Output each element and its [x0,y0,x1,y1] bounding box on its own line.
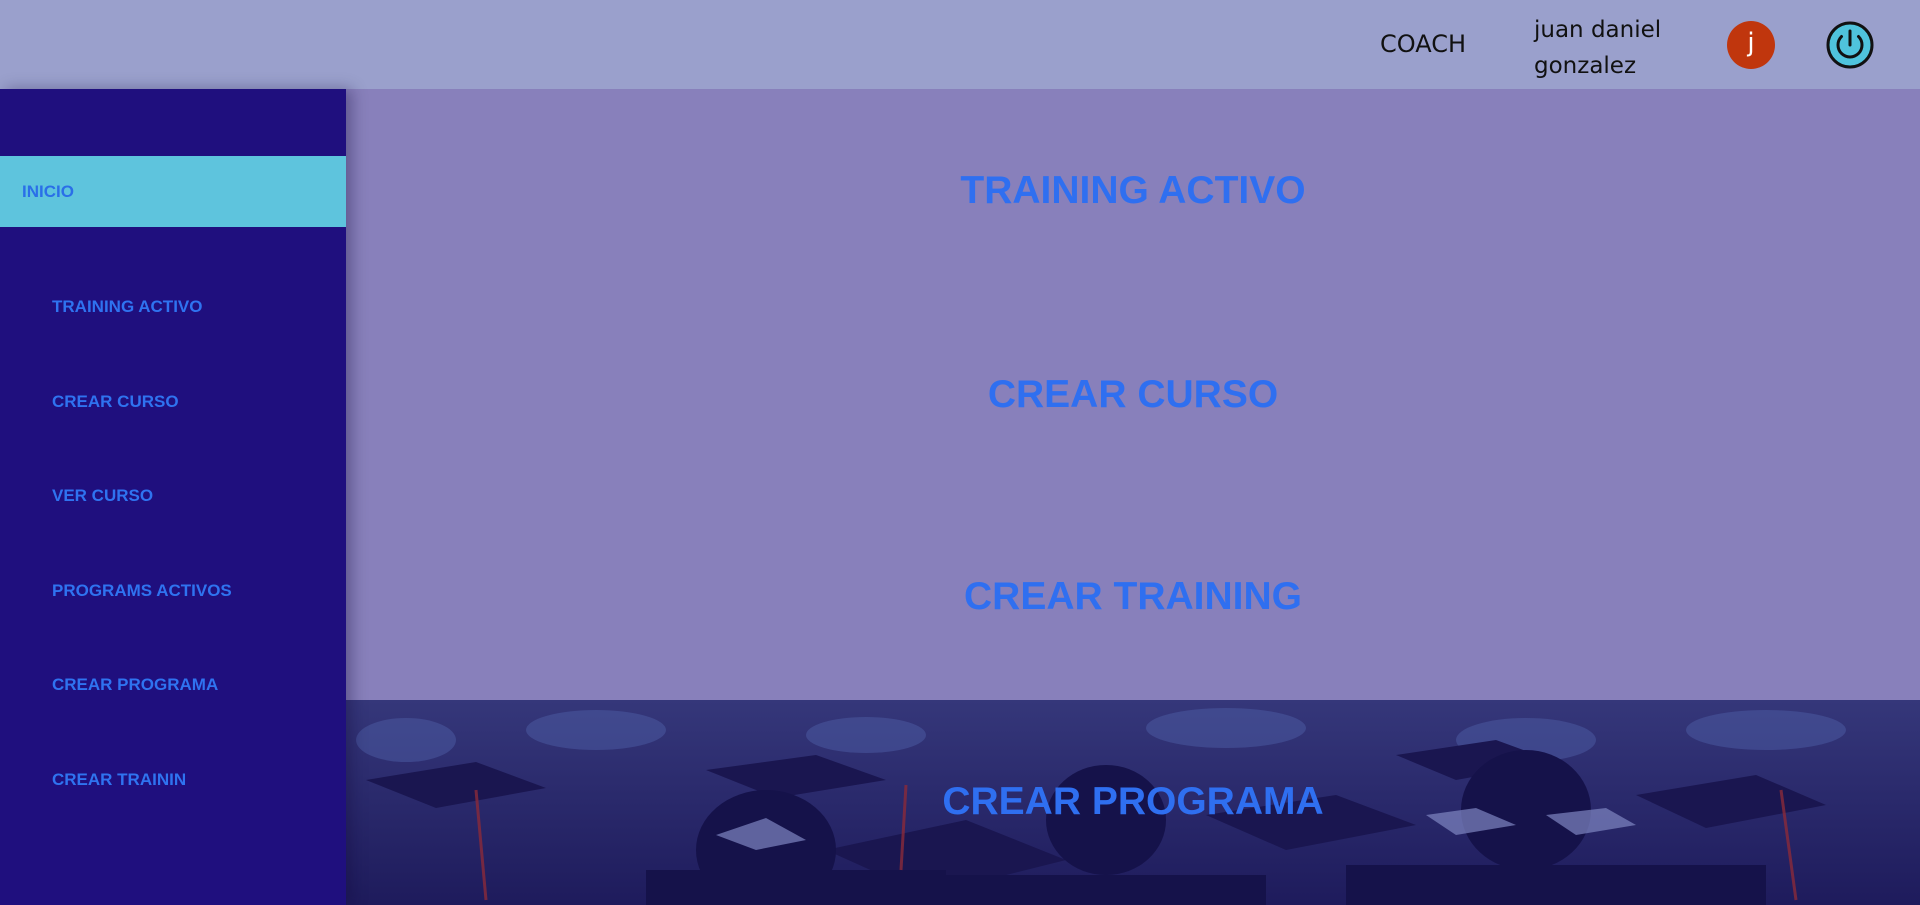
graduation-banner: CREAR PROGRAMA [346,700,1920,905]
sidebar-item-programs-activos[interactable]: PROGRAMS ACTIVOS [52,581,232,601]
avatar[interactable]: j [1727,21,1775,69]
sidebar-item-crear-curso[interactable]: CREAR CURSO [52,392,179,412]
card-crear-training[interactable]: CREAR TRAINING [346,575,1920,619]
sidebar-item-crear-programa[interactable]: CREAR PROGRAMA [52,675,218,695]
sidebar: INICIO TRAINING ACTIVO CREAR CURSO VER C… [0,89,346,905]
sidebar-item-training-activo[interactable]: TRAINING ACTIVO [52,297,202,317]
sidebar-item-inicio[interactable]: INICIO [0,156,346,227]
user-role: COACH [1380,30,1467,58]
card-crear-programa[interactable]: CREAR PROGRAMA [346,780,1920,824]
top-bar: COACH juan daniel gonzalez j [0,0,1920,89]
power-icon[interactable] [1825,20,1875,70]
card-crear-curso[interactable]: CREAR CURSO [346,373,1920,417]
sidebar-item-label: INICIO [22,182,74,201]
card-training-activo[interactable]: TRAINING ACTIVO [346,169,1920,213]
sidebar-item-crear-trainin[interactable]: CREAR TRAININ [52,770,186,790]
sidebar-item-ver-curso[interactable]: VER CURSO [52,486,153,506]
user-name: juan daniel gonzalez [1534,17,1662,79]
main-content: TRAINING ACTIVO CREAR CURSO CREAR TRAINI… [346,89,1920,700]
